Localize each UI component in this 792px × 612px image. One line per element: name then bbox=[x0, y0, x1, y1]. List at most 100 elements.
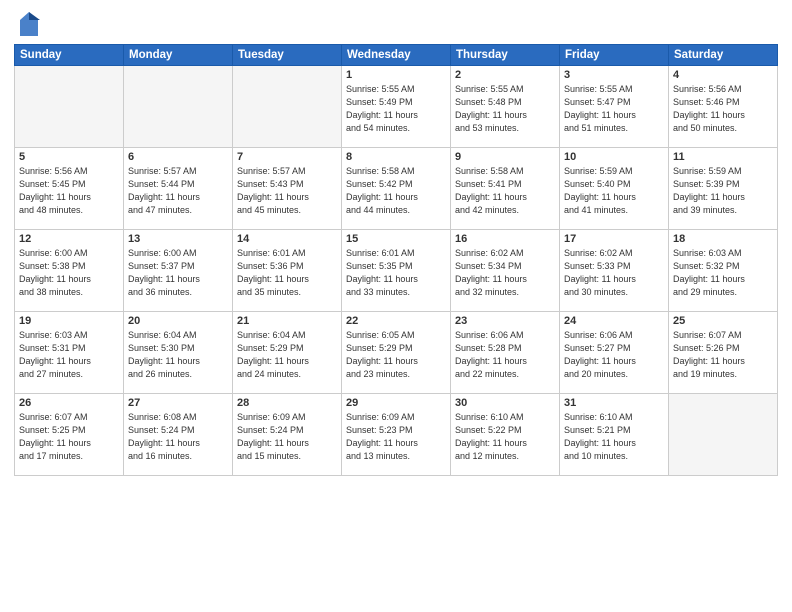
day-number: 1 bbox=[346, 69, 446, 81]
calendar-cell: 18 Sunrise: 6:03 AM Sunset: 5:32 PM Dayli… bbox=[669, 230, 778, 312]
day-number: 6 bbox=[128, 151, 228, 163]
calendar-cell: 19 Sunrise: 6:03 AM Sunset: 5:31 PM Dayli… bbox=[15, 312, 124, 394]
calendar-cell: 5Sunrise: 5:56 AM Sunset: 5:45 PM Daylig… bbox=[15, 148, 124, 230]
day-number: 11 bbox=[673, 151, 773, 163]
calendar-cell: 1 Sunrise: 5:55 AM Sunset: 5:49 PM Daylig… bbox=[342, 66, 451, 148]
day-number: 15 bbox=[346, 233, 446, 245]
weekday-header-monday: Monday bbox=[124, 45, 233, 66]
day-number: 25 bbox=[673, 315, 773, 327]
day-number: 24 bbox=[564, 315, 664, 327]
calendar-cell: 25 Sunrise: 6:07 AM Sunset: 5:26 PM Dayli… bbox=[669, 312, 778, 394]
calendar: SundayMondayTuesdayWednesdayThursdayFrid… bbox=[14, 44, 778, 476]
calendar-cell: 6 Sunrise: 5:57 AM Sunset: 5:44 PM Daylig… bbox=[124, 148, 233, 230]
day-info: Sunrise: 5:55 AM Sunset: 5:47 PM Dayligh… bbox=[564, 83, 664, 135]
day-info: Sunrise: 5:55 AM Sunset: 5:49 PM Dayligh… bbox=[346, 83, 446, 135]
calendar-cell bbox=[233, 66, 342, 148]
calendar-cell: 3 Sunrise: 5:55 AM Sunset: 5:47 PM Daylig… bbox=[560, 66, 669, 148]
day-info: Sunrise: 5:58 AM Sunset: 5:42 PM Dayligh… bbox=[346, 165, 446, 217]
header bbox=[14, 10, 778, 38]
day-number: 4 bbox=[673, 69, 773, 81]
day-info: Sunrise: 5:57 AM Sunset: 5:44 PM Dayligh… bbox=[128, 165, 228, 217]
day-info: Sunrise: 6:01 AM Sunset: 5:36 PM Dayligh… bbox=[237, 247, 337, 299]
weekday-header-friday: Friday bbox=[560, 45, 669, 66]
logo bbox=[14, 10, 40, 38]
calendar-cell: 24 Sunrise: 6:06 AM Sunset: 5:27 PM Dayli… bbox=[560, 312, 669, 394]
day-number: 27 bbox=[128, 397, 228, 409]
calendar-week-row: 1 Sunrise: 5:55 AM Sunset: 5:49 PM Daylig… bbox=[15, 66, 778, 148]
day-number: 9 bbox=[455, 151, 555, 163]
day-number: 28 bbox=[237, 397, 337, 409]
day-number: 13 bbox=[128, 233, 228, 245]
day-info: Sunrise: 5:56 AM Sunset: 5:46 PM Dayligh… bbox=[673, 83, 773, 135]
day-number: 2 bbox=[455, 69, 555, 81]
calendar-cell: 4 Sunrise: 5:56 AM Sunset: 5:46 PM Daylig… bbox=[669, 66, 778, 148]
day-number: 20 bbox=[128, 315, 228, 327]
calendar-cell: 27 Sunrise: 6:08 AM Sunset: 5:24 PM Dayli… bbox=[124, 394, 233, 476]
calendar-week-row: 26Sunrise: 6:07 AM Sunset: 5:25 PM Dayli… bbox=[15, 394, 778, 476]
calendar-week-row: 12Sunrise: 6:00 AM Sunset: 5:38 PM Dayli… bbox=[15, 230, 778, 312]
day-info: Sunrise: 5:57 AM Sunset: 5:43 PM Dayligh… bbox=[237, 165, 337, 217]
day-number: 18 bbox=[673, 233, 773, 245]
day-info: Sunrise: 5:59 AM Sunset: 5:39 PM Dayligh… bbox=[673, 165, 773, 217]
calendar-cell: 29Sunrise: 6:09 AM Sunset: 5:23 PM Dayli… bbox=[342, 394, 451, 476]
day-info: Sunrise: 6:05 AM Sunset: 5:29 PM Dayligh… bbox=[346, 329, 446, 381]
calendar-cell: 30 Sunrise: 6:10 AM Sunset: 5:22 PM Dayli… bbox=[451, 394, 560, 476]
day-info: Sunrise: 6:07 AM Sunset: 5:26 PM Dayligh… bbox=[673, 329, 773, 381]
day-info: Sunrise: 6:10 AM Sunset: 5:21 PM Dayligh… bbox=[564, 411, 664, 463]
day-number: 16 bbox=[455, 233, 555, 245]
day-info: Sunrise: 6:03 AM Sunset: 5:31 PM Dayligh… bbox=[19, 329, 119, 381]
calendar-cell: 9 Sunrise: 5:58 AM Sunset: 5:41 PM Daylig… bbox=[451, 148, 560, 230]
calendar-cell bbox=[124, 66, 233, 148]
calendar-cell: 2 Sunrise: 5:55 AM Sunset: 5:48 PM Daylig… bbox=[451, 66, 560, 148]
calendar-cell: 15 Sunrise: 6:01 AM Sunset: 5:35 PM Dayli… bbox=[342, 230, 451, 312]
weekday-header-row: SundayMondayTuesdayWednesdayThursdayFrid… bbox=[15, 45, 778, 66]
calendar-cell: 8Sunrise: 5:58 AM Sunset: 5:42 PM Daylig… bbox=[342, 148, 451, 230]
day-number: 22 bbox=[346, 315, 446, 327]
day-info: Sunrise: 6:09 AM Sunset: 5:24 PM Dayligh… bbox=[237, 411, 337, 463]
calendar-cell: 10 Sunrise: 5:59 AM Sunset: 5:40 PM Dayli… bbox=[560, 148, 669, 230]
day-number: 30 bbox=[455, 397, 555, 409]
calendar-cell bbox=[669, 394, 778, 476]
day-number: 12 bbox=[19, 233, 119, 245]
calendar-cell: 26Sunrise: 6:07 AM Sunset: 5:25 PM Dayli… bbox=[15, 394, 124, 476]
calendar-cell: 11 Sunrise: 5:59 AM Sunset: 5:39 PM Dayli… bbox=[669, 148, 778, 230]
day-info: Sunrise: 6:08 AM Sunset: 5:24 PM Dayligh… bbox=[128, 411, 228, 463]
calendar-week-row: 19 Sunrise: 6:03 AM Sunset: 5:31 PM Dayli… bbox=[15, 312, 778, 394]
day-info: Sunrise: 6:06 AM Sunset: 5:28 PM Dayligh… bbox=[455, 329, 555, 381]
day-number: 3 bbox=[564, 69, 664, 81]
day-number: 10 bbox=[564, 151, 664, 163]
day-number: 29 bbox=[346, 397, 446, 409]
day-info: Sunrise: 6:06 AM Sunset: 5:27 PM Dayligh… bbox=[564, 329, 664, 381]
day-info: Sunrise: 5:55 AM Sunset: 5:48 PM Dayligh… bbox=[455, 83, 555, 135]
day-number: 5 bbox=[19, 151, 119, 163]
day-number: 7 bbox=[237, 151, 337, 163]
day-info: Sunrise: 6:01 AM Sunset: 5:35 PM Dayligh… bbox=[346, 247, 446, 299]
day-info: Sunrise: 5:58 AM Sunset: 5:41 PM Dayligh… bbox=[455, 165, 555, 217]
calendar-cell: 20Sunrise: 6:04 AM Sunset: 5:30 PM Dayli… bbox=[124, 312, 233, 394]
weekday-header-wednesday: Wednesday bbox=[342, 45, 451, 66]
day-info: Sunrise: 6:02 AM Sunset: 5:33 PM Dayligh… bbox=[564, 247, 664, 299]
weekday-header-tuesday: Tuesday bbox=[233, 45, 342, 66]
calendar-cell: 17 Sunrise: 6:02 AM Sunset: 5:33 PM Dayli… bbox=[560, 230, 669, 312]
day-info: Sunrise: 6:10 AM Sunset: 5:22 PM Dayligh… bbox=[455, 411, 555, 463]
day-info: Sunrise: 5:59 AM Sunset: 5:40 PM Dayligh… bbox=[564, 165, 664, 217]
weekday-header-saturday: Saturday bbox=[669, 45, 778, 66]
day-number: 31 bbox=[564, 397, 664, 409]
calendar-cell: 28 Sunrise: 6:09 AM Sunset: 5:24 PM Dayli… bbox=[233, 394, 342, 476]
calendar-cell: 22 Sunrise: 6:05 AM Sunset: 5:29 PM Dayli… bbox=[342, 312, 451, 394]
day-number: 17 bbox=[564, 233, 664, 245]
day-number: 19 bbox=[19, 315, 119, 327]
day-number: 14 bbox=[237, 233, 337, 245]
calendar-cell bbox=[15, 66, 124, 148]
weekday-header-sunday: Sunday bbox=[15, 45, 124, 66]
calendar-cell: 7 Sunrise: 5:57 AM Sunset: 5:43 PM Daylig… bbox=[233, 148, 342, 230]
calendar-cell: 14 Sunrise: 6:01 AM Sunset: 5:36 PM Dayli… bbox=[233, 230, 342, 312]
logo-icon bbox=[18, 10, 40, 38]
day-info: Sunrise: 6:04 AM Sunset: 5:29 PM Dayligh… bbox=[237, 329, 337, 381]
day-number: 26 bbox=[19, 397, 119, 409]
calendar-cell: 23Sunrise: 6:06 AM Sunset: 5:28 PM Dayli… bbox=[451, 312, 560, 394]
day-info: Sunrise: 6:02 AM Sunset: 5:34 PM Dayligh… bbox=[455, 247, 555, 299]
page: SundayMondayTuesdayWednesdayThursdayFrid… bbox=[0, 0, 792, 612]
day-info: Sunrise: 6:03 AM Sunset: 5:32 PM Dayligh… bbox=[673, 247, 773, 299]
calendar-cell: 16 Sunrise: 6:02 AM Sunset: 5:34 PM Dayli… bbox=[451, 230, 560, 312]
